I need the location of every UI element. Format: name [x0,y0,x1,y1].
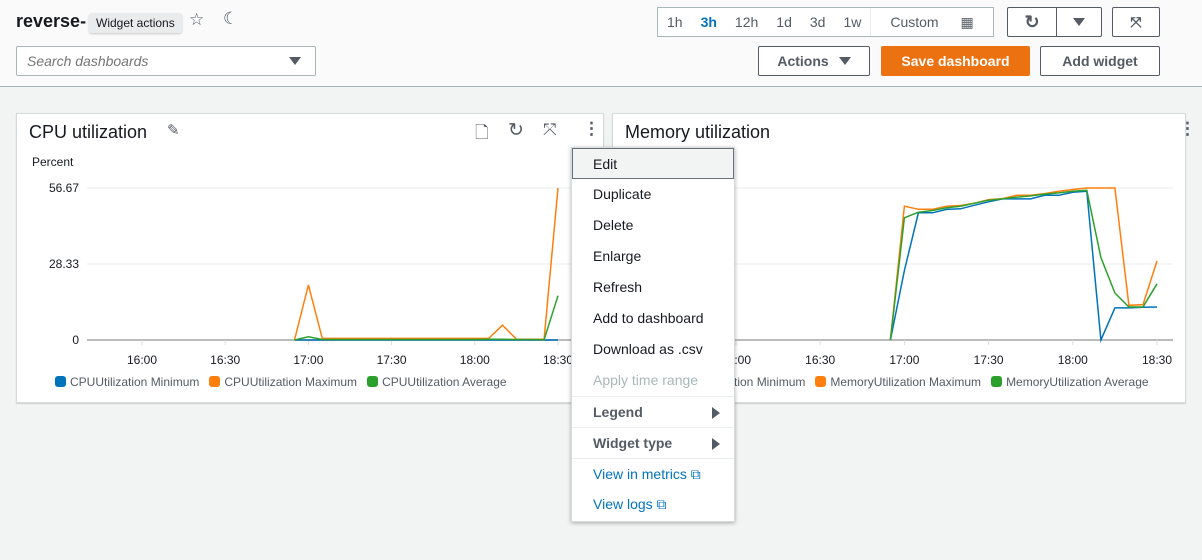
y-tick-label: 56.67 [49,181,79,195]
menu-link-view-logs[interactable]: View logs ⧉ [572,489,734,520]
refresh-icon: ↻ [1024,11,1040,32]
menu-item-legend[interactable]: Legend [572,396,734,427]
menu-item-duplicate[interactable]: Duplicate [572,179,734,210]
legend-item[interactable]: CPUUtilization Maximum [209,375,357,389]
menu-item-enlarge[interactable]: Enlarge [572,241,734,272]
time-range-3h[interactable]: 3h [692,8,726,36]
x-tick-label: 17:00 [293,353,323,367]
time-range-12h[interactable]: 12h [726,8,767,36]
menu-label: View in metrics [593,466,687,482]
legend-swatch [367,376,379,387]
caret-down-icon [1073,18,1085,26]
x-tick-label: 17:30 [377,353,407,367]
legend-label: MemoryUtilization Maximum [830,375,982,389]
y-axis-label: Percent [32,155,74,169]
search-dashboards[interactable] [16,46,316,76]
legend-item[interactable]: CPUUtilization Minimum [55,375,199,389]
time-range-1h[interactable]: 1h [658,8,692,36]
cpu-widget: CPU utilization ✎ 🗋 ↻ ⤧ ⋮ Percent 0 28.33 5… [16,113,604,403]
refresh-options-button[interactable] [1056,7,1102,37]
expand-icon: ⤧ [1130,13,1142,30]
x-tick-label: 17:00 [889,353,919,367]
legend-swatch [815,376,827,387]
external-link-icon: ⧉ [652,496,667,512]
caret-down-icon[interactable] [289,57,301,65]
x-tick-label: 18:30 [543,353,573,367]
x-tick-label: 18:00 [1058,353,1088,367]
time-range-3d[interactable]: 3d [801,8,835,36]
legend-swatch [55,376,66,387]
legend-item[interactable]: CPUUtilization Average [367,375,507,389]
x-tick-label: 16:30 [210,353,240,367]
legend-label: CPUUtilization Maximum [224,375,358,389]
menu-item-delete[interactable]: Delete [572,210,734,241]
star-icon[interactable]: ☆ [189,10,204,30]
chevron-right-icon [712,438,720,450]
external-link-icon: ⧉ [686,466,701,482]
menu-item-apply-time-range: Apply time range [593,372,699,388]
dashboard-header: reverse- Widget actions ☆ ☾ 1h3h12h1d3d1… [0,0,1202,87]
menu-item-refresh[interactable]: Refresh [572,272,734,303]
y-tick-label: 0 [72,333,79,347]
legend-swatch [991,376,1003,387]
time-range-selector: 1h 3h 12h 1d 3d 1w Custom ▦ [657,7,994,37]
chart-legend: CPUUtilization Minimum CPUUtilization Max… [55,375,507,389]
chevron-right-icon [712,407,720,419]
widget-actions-menu: Edit Duplicate Delete Enlarge Refresh Add to … [571,147,735,522]
menu-link-view-in-metrics[interactable]: View in metrics ⧉ [572,458,734,489]
menu-item-add-to-dashboard[interactable]: Add to dashboard [572,303,734,334]
cpu-chart: Percent 0 28.33 56.67 16:00 16:30 17:00 17:30 18… [32,155,577,367]
time-range-1d[interactable]: 1d [767,8,801,36]
actions-button[interactable]: Actions [758,46,870,76]
x-tick-label: 18:00 [460,353,490,367]
actions-label: Actions [777,53,829,69]
menu-item-widget-type[interactable]: Widget type [572,427,734,458]
legend-swatch [209,376,221,387]
legend-item[interactable]: MemoryUtilization Maximum [815,375,981,389]
legend-label: MemoryUtilization Average [1006,375,1149,389]
tooltip: Widget actions [89,13,182,33]
dashboard-title: reverse- [16,11,87,31]
legend-label: CPUUtilization Minimum [70,375,200,389]
menu-item-edit[interactable]: Edit [572,148,734,179]
menu-label: Legend [593,404,643,420]
moon-icon[interactable]: ☾ [223,9,238,29]
menu-label: Widget type [593,435,673,451]
fullscreen-button[interactable]: ⤧ [1112,7,1160,37]
refresh-button[interactable]: ↻ [1007,7,1057,37]
y-tick-label: 28.33 [49,257,79,271]
legend-label: CPUUtilization Average [382,375,507,389]
calendar-icon: ▦ [956,14,974,30]
menu-label: View logs [593,496,653,512]
x-tick-label: 17:30 [974,353,1004,367]
time-range-1w[interactable]: 1w [834,8,870,36]
menu-item-download-as-csv[interactable]: Download as .csv [572,334,734,365]
series-line-0 [889,190,1158,343]
caret-down-icon [838,57,851,65]
legend-item[interactable]: MemoryUtilization Average [991,375,1149,389]
x-tick-label: 16:00 [127,353,157,367]
add-widget-button[interactable]: Add widget [1040,46,1160,76]
search-input[interactable] [17,47,277,75]
x-tick-label: 16:30 [805,353,835,367]
save-dashboard-button[interactable]: Save dashboard [881,46,1030,76]
x-tick-label: 18:30 [1142,353,1172,367]
custom-range-button[interactable]: Custom ▦ [870,8,992,36]
custom-label: Custom [890,14,939,30]
series-line-2 [294,295,559,341]
